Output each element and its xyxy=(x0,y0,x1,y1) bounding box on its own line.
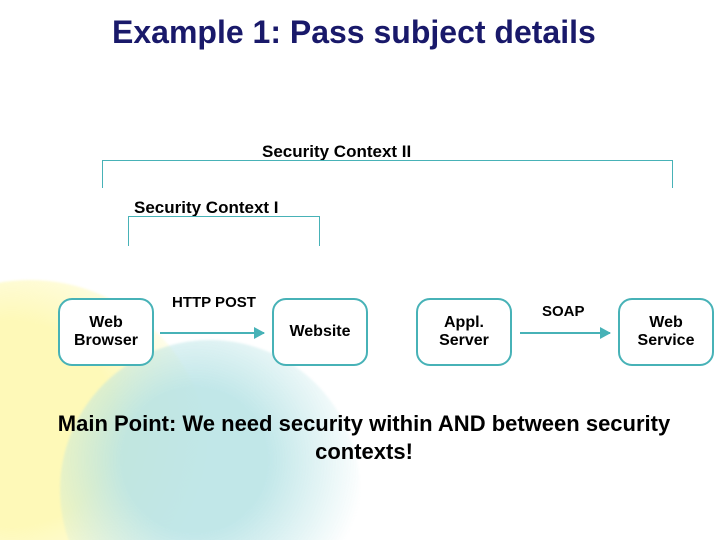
arrow-label-soap: SOAP xyxy=(542,303,585,320)
security-context-2-bracket xyxy=(102,160,673,188)
node-web-browser: Web Browser xyxy=(58,298,154,366)
slide-title: Example 1: Pass subject details xyxy=(112,16,632,50)
security-context-2-label: Security Context II xyxy=(262,142,411,162)
node-website: Website xyxy=(272,298,368,366)
node-appl-server: Appl. Server xyxy=(416,298,512,366)
arrow-label-http-post: HTTP POST xyxy=(172,294,256,311)
arrow-browser-to-website xyxy=(160,332,264,334)
main-point-text: Main Point: We need security within AND … xyxy=(54,410,674,465)
slide: Example 1: Pass subject details Security… xyxy=(0,0,720,540)
security-context-1-label: Security Context I xyxy=(134,198,279,218)
arrow-server-to-service xyxy=(520,332,610,334)
node-web-service: Web Service xyxy=(618,298,714,366)
security-context-1-bracket xyxy=(128,216,320,246)
